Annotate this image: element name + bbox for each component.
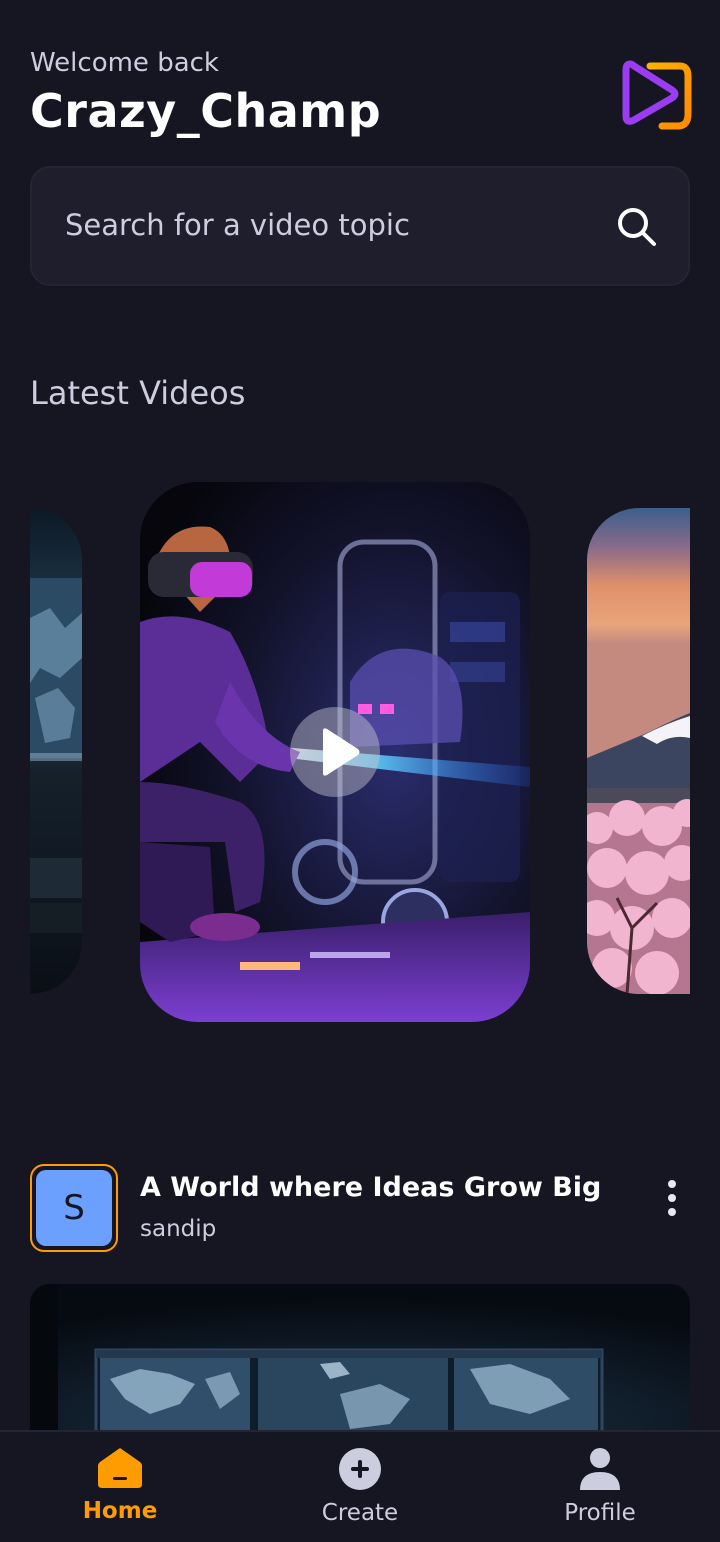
bottom-tab-bar: Home Create Profile (0, 1430, 720, 1542)
trending-video-card-prev[interactable] (30, 508, 82, 994)
home-screen: Welcome back Crazy_Champ Search for a vi… (0, 0, 720, 1542)
tab-profile[interactable]: Profile (510, 1446, 690, 1526)
search-input[interactable]: Search for a video topic (65, 208, 410, 242)
search-icon[interactable] (616, 206, 658, 248)
tab-create[interactable]: Create (270, 1446, 450, 1526)
tab-home-label: Home (82, 1498, 158, 1524)
video-thumbnail[interactable] (30, 1284, 690, 1444)
play-icon[interactable] (290, 707, 380, 797)
welcome-text: Welcome back (30, 48, 219, 78)
avatar-letter: S (36, 1170, 112, 1246)
avatar[interactable]: S (30, 1164, 118, 1252)
world-map-thumbnail (30, 578, 82, 933)
app-logo-icon (620, 54, 692, 134)
plus-circle-icon (339, 1448, 381, 1490)
tab-home[interactable]: Home (30, 1446, 210, 1524)
video-author: sandip (140, 1216, 217, 1242)
trending-video-card-next[interactable] (587, 508, 690, 994)
home-icon (98, 1448, 142, 1488)
search-bar[interactable]: Search for a video topic (30, 166, 690, 286)
trending-video-card-active[interactable] (140, 482, 530, 1022)
username-heading: Crazy_Champ (30, 84, 382, 138)
tab-create-label: Create (321, 1500, 399, 1526)
mount-fuji-thumbnail (587, 508, 690, 994)
more-vertical-icon[interactable] (662, 1180, 682, 1220)
world-map-thumbnail (30, 1284, 690, 1444)
video-title: A World where Ideas Grow Big (140, 1172, 602, 1203)
tab-profile-label: Profile (564, 1500, 636, 1526)
latest-videos-title: Latest Videos (30, 374, 246, 412)
video-post-header: S A World where Ideas Grow Big sandip (30, 1164, 690, 1254)
profile-icon (580, 1448, 620, 1490)
